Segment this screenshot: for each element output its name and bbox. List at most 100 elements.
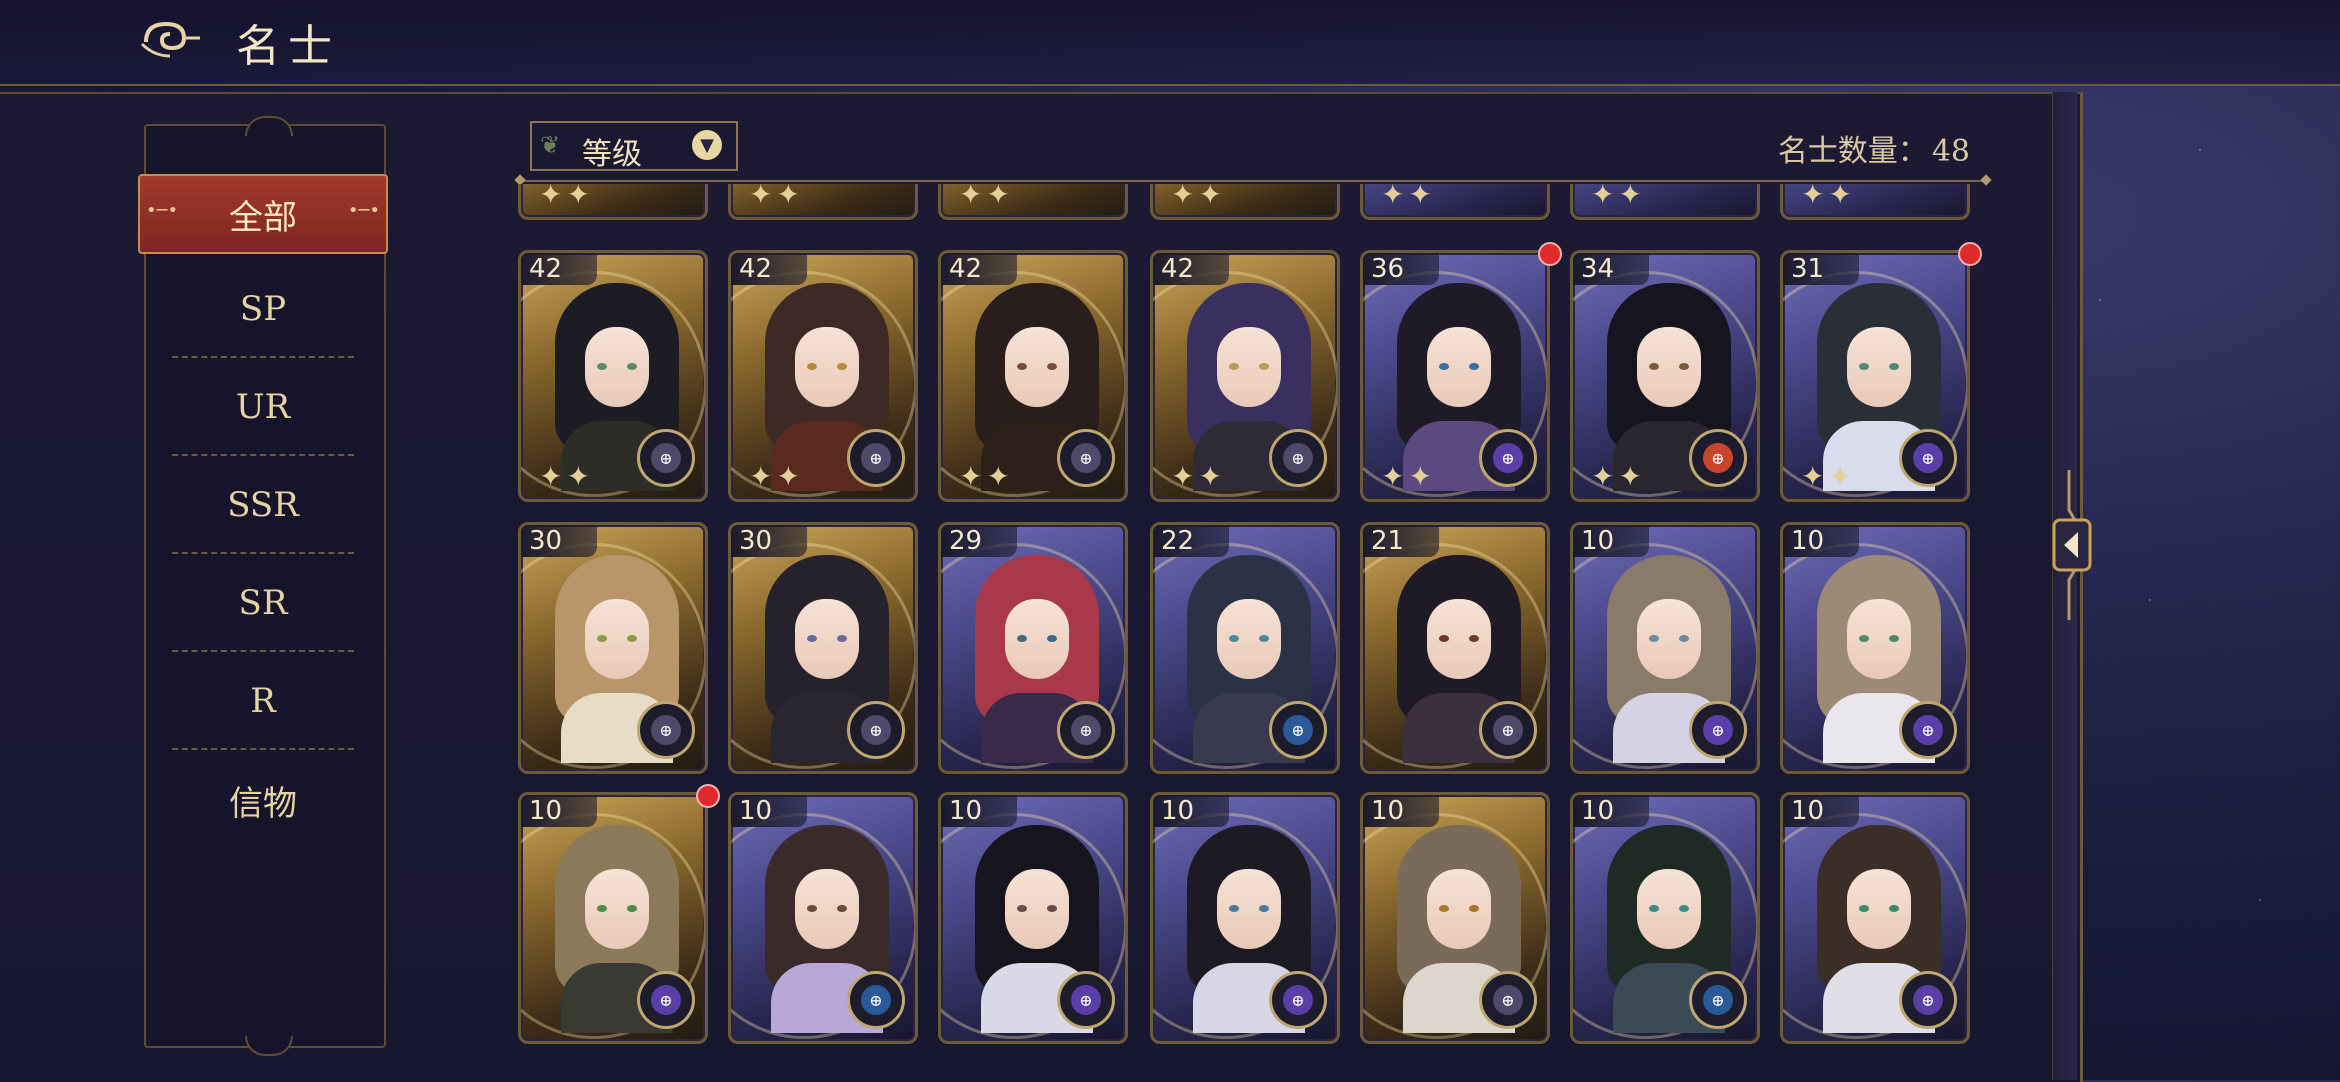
character-card-partial[interactable]: ✦✦	[1570, 184, 1760, 220]
character-card-partial[interactable]: ✦✦	[1360, 184, 1550, 220]
character-card[interactable]: 31 ✦✦ ⊕	[1780, 250, 1970, 502]
character-card[interactable]: 10 ⊕	[728, 792, 918, 1044]
sparkle-icon: ✦✦	[749, 460, 804, 493]
character-level: 10	[1783, 525, 1859, 557]
character-card-partial[interactable]: ✦✦	[938, 184, 1128, 220]
character-card[interactable]: 10 ⊕	[1360, 792, 1550, 1044]
character-count: 名士数量： 48	[1774, 126, 1970, 170]
tab-keepsake[interactable]: 信物	[172, 752, 354, 848]
top-header: 名士	[0, 0, 2340, 86]
character-card[interactable]: 42 ✦✦ ⊕	[938, 250, 1128, 502]
character-level: 21	[1363, 525, 1439, 557]
leaf-icon: ❦	[540, 131, 561, 159]
character-level: 31	[1783, 253, 1859, 285]
character-card[interactable]: 34 ✦✦ ⊕	[1570, 250, 1760, 502]
character-card[interactable]: 29 ⊕	[938, 522, 1128, 774]
character-count-value: 48	[1931, 134, 1970, 169]
sparkle-icon: ✦✦	[749, 184, 804, 211]
sparkle-icon: ✦✦	[959, 460, 1014, 493]
tab-sp[interactable]: SP	[172, 262, 354, 358]
character-card-partial[interactable]: ✦✦	[518, 184, 708, 220]
character-level: 10	[1783, 795, 1859, 827]
character-level: 30	[521, 525, 597, 557]
sparkle-icon: ✦✦	[1591, 460, 1646, 493]
character-level: 10	[1153, 795, 1229, 827]
sparkle-icon: ✦✦	[959, 184, 1014, 211]
collapse-arrow-button[interactable]	[2044, 470, 2094, 620]
character-level: 10	[521, 795, 597, 827]
character-card[interactable]: 10 ⊕	[938, 792, 1128, 1044]
sparkle-icon: ✦✦	[1381, 184, 1436, 211]
faction-badge-icon: ⊕	[1269, 429, 1327, 487]
notification-dot	[696, 784, 720, 808]
faction-badge-icon: ⊕	[637, 971, 695, 1029]
sparkle-icon: ✦✦	[539, 184, 594, 211]
tab-ur[interactable]: UR	[172, 360, 354, 456]
character-card[interactable]: 10 ⊕	[1150, 792, 1340, 1044]
character-card[interactable]: 42 ✦✦ ⊕	[518, 250, 708, 502]
faction-badge-icon: ⊕	[1057, 971, 1115, 1029]
character-level: 42	[941, 253, 1017, 285]
cloud-swirl-icon	[140, 21, 200, 58]
character-card[interactable]: 10 ⊕	[1780, 522, 1970, 774]
sparkle-icon: ✦✦	[539, 460, 594, 493]
character-card[interactable]: 21 ⊕	[1360, 522, 1550, 774]
character-card[interactable]: 10 ⊕	[1570, 522, 1760, 774]
sparkle-icon: ✦✦	[1801, 460, 1856, 493]
sort-dropdown[interactable]: ❦ 等级 ▼	[530, 121, 738, 172]
character-level: 42	[731, 253, 807, 285]
faction-badge-icon: ⊕	[1479, 971, 1537, 1029]
tab-sr[interactable]: SR	[172, 556, 354, 652]
character-level: 42	[521, 253, 597, 285]
faction-badge-icon: ⊕	[1899, 971, 1957, 1029]
character-card-partial[interactable]: ✦✦	[728, 184, 918, 220]
faction-badge-icon: ⊕	[1899, 429, 1957, 487]
character-level: 36	[1363, 253, 1439, 285]
character-card[interactable]: 30 ⊕	[728, 522, 918, 774]
character-level: 30	[731, 525, 807, 557]
faction-badge-icon: ⊕	[1689, 701, 1747, 759]
faction-badge-icon: ⊕	[1479, 429, 1537, 487]
faction-badge-icon: ⊕	[637, 701, 695, 759]
character-level: 10	[1573, 795, 1649, 827]
character-grid: ✦✦ ✦✦ ✦✦ ✦✦ ✦✦ ✦✦ ✦✦ 42 ✦✦ ⊕ 42 ✦✦ ⊕ 42 ✦✦ ⊕ 42 ✦✦ ⊕ 36 ✦✦ ⊕ 3…	[518, 184, 1988, 1044]
character-card[interactable]: 30 ⊕	[518, 522, 708, 774]
sparkle-icon: ✦✦	[1171, 184, 1226, 211]
tab-ssr[interactable]: SSR	[172, 458, 354, 554]
faction-badge-icon: ⊕	[1689, 429, 1747, 487]
faction-badge-icon: ⊕	[1269, 971, 1327, 1029]
character-level: 10	[731, 795, 807, 827]
faction-badge-icon: ⊕	[1689, 971, 1747, 1029]
character-level: 10	[1573, 525, 1649, 557]
character-level: 22	[1153, 525, 1229, 557]
character-card[interactable]: 22 ⊕	[1150, 522, 1340, 774]
character-card-partial[interactable]: ✦✦	[1150, 184, 1340, 220]
faction-badge-icon: ⊕	[847, 701, 905, 759]
character-level: 42	[1153, 253, 1229, 285]
character-level: 10	[941, 795, 1017, 827]
faction-badge-icon: ⊕	[1057, 701, 1115, 759]
sort-dropdown-label: 等级	[582, 137, 642, 172]
faction-badge-icon: ⊕	[1899, 701, 1957, 759]
faction-badge-icon: ⊕	[847, 971, 905, 1029]
character-card[interactable]: 42 ✦✦ ⊕	[1150, 250, 1340, 502]
page-title: 名士	[236, 21, 340, 72]
character-card[interactable]: 10 ⊕	[1780, 792, 1970, 1044]
faction-badge-icon: ⊕	[847, 429, 905, 487]
tab-r[interactable]: R	[172, 654, 354, 750]
character-card-partial[interactable]: ✦✦	[1780, 184, 1970, 220]
character-level: 10	[1363, 795, 1439, 827]
notification-dot	[1958, 242, 1982, 266]
faction-badge-icon: ⊕	[1479, 701, 1537, 759]
character-count-label: 名士数量：	[1777, 134, 1928, 169]
header-divider	[520, 180, 1986, 182]
character-card[interactable]: 10 ⊕	[518, 792, 708, 1044]
notification-dot	[1538, 242, 1562, 266]
character-card[interactable]: 42 ✦✦ ⊕	[728, 250, 918, 502]
sparkle-icon: ✦✦	[1381, 460, 1436, 493]
character-card[interactable]: 10 ⊕	[1570, 792, 1760, 1044]
sparkle-icon: ✦✦	[1171, 460, 1226, 493]
tab-all[interactable]: 全部	[138, 174, 388, 254]
character-card[interactable]: 36 ✦✦ ⊕	[1360, 250, 1550, 502]
character-level: 29	[941, 525, 1017, 557]
